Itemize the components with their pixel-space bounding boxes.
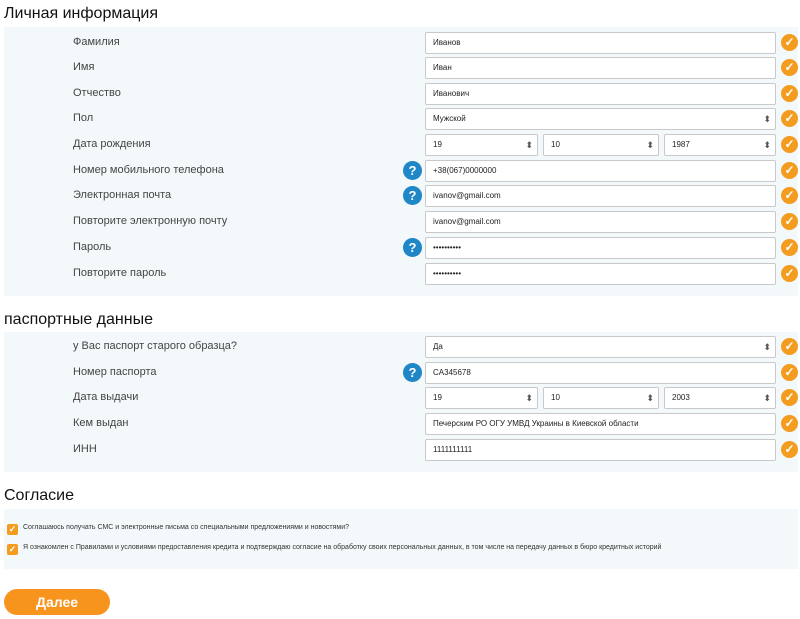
inn-input[interactable]: 1111111111 xyxy=(425,439,776,461)
help-icon[interactable]: ? xyxy=(403,363,422,382)
patronymic-input[interactable]: Иванович xyxy=(425,83,776,105)
valid-check-icon: ✓ xyxy=(781,441,798,458)
first-name-row: Имя Иван ✓ xyxy=(4,57,798,79)
password-confirm-input[interactable]: •••••••••• xyxy=(425,263,776,285)
password-row: Пароль ? •••••••••• ✓ xyxy=(4,237,798,259)
first-name-input[interactable]: Иван xyxy=(425,57,776,79)
valid-check-icon: ✓ xyxy=(781,265,798,282)
valid-check-icon: ✓ xyxy=(781,59,798,76)
sms-consent-text: Соглашаюсь получать СМС и электронные пи… xyxy=(23,524,350,531)
gender-label: Пол xyxy=(73,112,94,124)
issue-date-row: Дата выдачи 19 10 2003 ✓ xyxy=(4,387,798,409)
help-icon[interactable]: ? xyxy=(403,238,422,257)
email-confirm-input[interactable]: ivanov@gmail.com xyxy=(425,211,776,233)
password-input[interactable]: •••••••••• xyxy=(425,237,776,259)
birth-month-select[interactable]: 10 xyxy=(543,134,659,156)
personal-section-title: Личная информация xyxy=(4,5,159,22)
gender-row: Пол Мужской ✓ xyxy=(4,108,798,130)
email-row: Электронная почта ? ivanov@gmail.com ✓ xyxy=(4,185,798,207)
patronymic-label: Отчество xyxy=(73,87,121,99)
last-name-input[interactable]: Иванов xyxy=(425,32,776,54)
valid-check-icon: ✓ xyxy=(781,162,798,179)
consent-panel: ✓ Соглашаюсь получать СМС и электронные … xyxy=(4,509,798,569)
terms-consent-text: Я ознакомлен с Правилами и условиями пре… xyxy=(23,544,662,551)
consent-section-title: Согласие xyxy=(4,487,75,504)
phone-label: Номер мобильного телефона xyxy=(73,164,224,176)
consent-sms-row: ✓ Соглашаюсь получать СМС и электронные … xyxy=(4,522,798,538)
next-button[interactable]: Далее xyxy=(4,589,110,615)
password-confirm-row: Повторите пароль •••••••••• ✓ xyxy=(4,263,798,285)
passport-panel: у Вас паспорт старого образца? Да ✓ Номе… xyxy=(4,332,798,472)
birth-day-select[interactable]: 19 xyxy=(425,134,538,156)
email-confirm-label: Повторите электронную почту xyxy=(73,215,228,227)
passport-number-input[interactable]: CA345678 xyxy=(425,362,776,384)
gender-select[interactable]: Мужской xyxy=(425,108,776,130)
personal-panel: Фамилия Иванов ✓ Имя Иван ✓ Отчество Ива… xyxy=(4,27,798,296)
patronymic-row: Отчество Иванович ✓ xyxy=(4,83,798,105)
issued-by-label: Кем выдан xyxy=(73,417,129,429)
issued-by-row: Кем выдан Печерским РО ОГУ УМВД Украины … xyxy=(4,413,798,435)
passport-number-label: Номер паспорта xyxy=(73,366,157,378)
old-passport-label: у Вас паспорт старого образца? xyxy=(73,340,238,352)
valid-check-icon: ✓ xyxy=(781,239,798,256)
issued-by-input[interactable]: Печерским РО ОГУ УМВД Украины в Киевской… xyxy=(425,413,776,435)
old-passport-row: у Вас паспорт старого образца? Да ✓ xyxy=(4,336,798,358)
phone-input[interactable]: +38(067)0000000 xyxy=(425,160,776,182)
valid-check-icon: ✓ xyxy=(781,213,798,230)
valid-check-icon: ✓ xyxy=(781,187,798,204)
email-confirm-row: Повторите электронную почту ivanov@gmail… xyxy=(4,211,798,233)
valid-check-icon: ✓ xyxy=(781,136,798,153)
valid-check-icon: ✓ xyxy=(781,34,798,51)
inn-row: ИНН 1111111111 ✓ xyxy=(4,439,798,461)
issue-year-select[interactable]: 2003 xyxy=(664,387,776,409)
terms-consent-checkbox[interactable]: ✓ xyxy=(7,544,18,555)
valid-check-icon: ✓ xyxy=(781,110,798,127)
phone-row: Номер мобильного телефона ? +38(067)0000… xyxy=(4,160,798,182)
email-input[interactable]: ivanov@gmail.com xyxy=(425,185,776,207)
issue-month-select[interactable]: 10 xyxy=(543,387,659,409)
valid-check-icon: ✓ xyxy=(781,338,798,355)
birth-date-row: Дата рождения 19 10 1987 ✓ xyxy=(4,134,798,156)
password-label: Пароль xyxy=(73,241,112,253)
password-confirm-label: Повторите пароль xyxy=(73,267,167,279)
sms-consent-checkbox[interactable]: ✓ xyxy=(7,524,18,535)
inn-label: ИНН xyxy=(73,443,97,455)
birth-year-select[interactable]: 1987 xyxy=(664,134,776,156)
first-name-label: Имя xyxy=(73,61,95,73)
help-icon[interactable]: ? xyxy=(403,186,422,205)
issue-date-label: Дата выдачи xyxy=(73,391,139,403)
last-name-row: Фамилия Иванов ✓ xyxy=(4,32,798,54)
help-icon[interactable]: ? xyxy=(403,161,422,180)
valid-check-icon: ✓ xyxy=(781,389,798,406)
valid-check-icon: ✓ xyxy=(781,85,798,102)
consent-terms-row: ✓ Я ознакомлен с Правилами и условиями п… xyxy=(4,542,798,558)
last-name-label: Фамилия xyxy=(73,36,120,48)
passport-section-title: паспортные данные xyxy=(4,311,153,328)
issue-day-select[interactable]: 19 xyxy=(425,387,538,409)
email-label: Электронная почта xyxy=(73,189,172,201)
old-passport-select[interactable]: Да xyxy=(425,336,776,358)
passport-number-row: Номер паспорта ? CA345678 ✓ xyxy=(4,362,798,384)
birth-date-label: Дата рождения xyxy=(73,138,151,150)
valid-check-icon: ✓ xyxy=(781,364,798,381)
valid-check-icon: ✓ xyxy=(781,415,798,432)
